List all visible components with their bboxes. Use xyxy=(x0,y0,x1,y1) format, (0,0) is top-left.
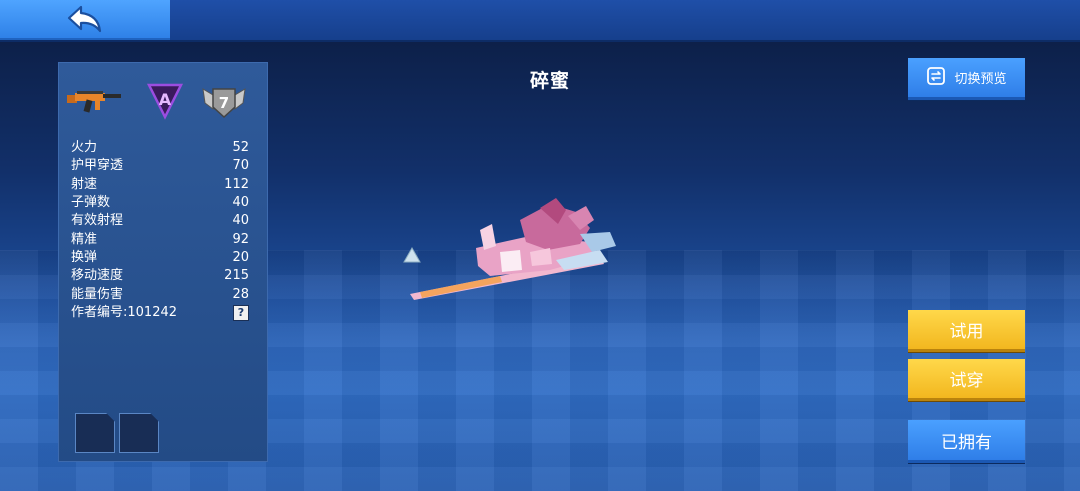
switch-preview-button[interactable]: 切换预览 xyxy=(908,58,1025,100)
weapon-model-preview[interactable] xyxy=(380,190,640,320)
stat-row-energy-damage: 能量伤害 28 xyxy=(71,285,249,303)
stat-label: 有效射程 xyxy=(71,213,124,229)
switch-preview-label: 切换预览 xyxy=(954,72,1007,87)
stat-value: 28 xyxy=(232,286,249,302)
stat-row-ammo: 子弹数 40 xyxy=(71,194,249,212)
stat-value: 92 xyxy=(232,231,249,247)
stat-value: 20 xyxy=(232,249,249,265)
top-bar xyxy=(0,0,1080,42)
stat-label: 火力 xyxy=(71,140,98,156)
weapon-stats-panel: A 7 火力 52 护甲穿透 70 射速 112 子弹数 40 有效射程 40 … xyxy=(58,62,268,462)
level-badge: 7 xyxy=(199,81,249,125)
rank-badge: A xyxy=(145,81,185,125)
stat-row-reload: 换弹 20 xyxy=(71,249,249,267)
stat-row-accuracy: 精准 92 xyxy=(71,230,249,248)
stat-label: 移动速度 xyxy=(71,268,124,284)
switch-icon xyxy=(926,66,946,90)
accessory-slot-1[interactable] xyxy=(75,413,115,453)
owned-button[interactable]: 已拥有 xyxy=(908,420,1025,463)
stat-label: 精准 xyxy=(71,231,98,247)
stat-row-armor-penetration: 护甲穿透 70 xyxy=(71,157,249,175)
try-wear-button[interactable]: 试穿 xyxy=(908,359,1025,401)
badge-row: A 7 xyxy=(65,81,261,125)
stats-list: 火力 52 护甲穿透 70 射速 112 子弹数 40 有效射程 40 精准 9… xyxy=(71,139,249,322)
level-number: 7 xyxy=(219,94,229,112)
stat-value: 40 xyxy=(232,195,249,211)
stat-row-author-id: 作者编号:101242 ? xyxy=(71,304,249,322)
stat-value: 112 xyxy=(224,176,249,192)
stat-value: 215 xyxy=(224,268,249,284)
assault-rifle-icon xyxy=(65,81,125,125)
stat-row-move-speed: 移动速度 215 xyxy=(71,267,249,285)
stat-row-range: 有效射程 40 xyxy=(71,212,249,230)
stat-label: 能量伤害 xyxy=(71,286,124,302)
weapon-name: 碎蜜 xyxy=(529,70,570,92)
stat-value: 52 xyxy=(232,140,249,156)
stat-label: 子弹数 xyxy=(71,195,111,211)
stat-row-fire-rate: 射速 112 xyxy=(71,176,249,194)
stat-value: 40 xyxy=(232,213,249,229)
stat-label: 换弹 xyxy=(71,249,98,265)
try-use-button[interactable]: 试用 xyxy=(908,310,1025,352)
back-button[interactable] xyxy=(0,0,170,40)
stat-row-firepower: 火力 52 xyxy=(71,139,249,157)
stat-value: 70 xyxy=(232,158,249,174)
rank-letter: A xyxy=(159,90,172,109)
help-icon[interactable]: ? xyxy=(233,304,249,321)
stat-label: 射速 xyxy=(71,176,98,192)
stat-label: 护甲穿透 xyxy=(71,158,124,174)
back-arrow-icon xyxy=(65,3,105,37)
author-id-label: 作者编号:101242 xyxy=(71,304,178,320)
accessory-slot-2[interactable] xyxy=(119,413,159,453)
